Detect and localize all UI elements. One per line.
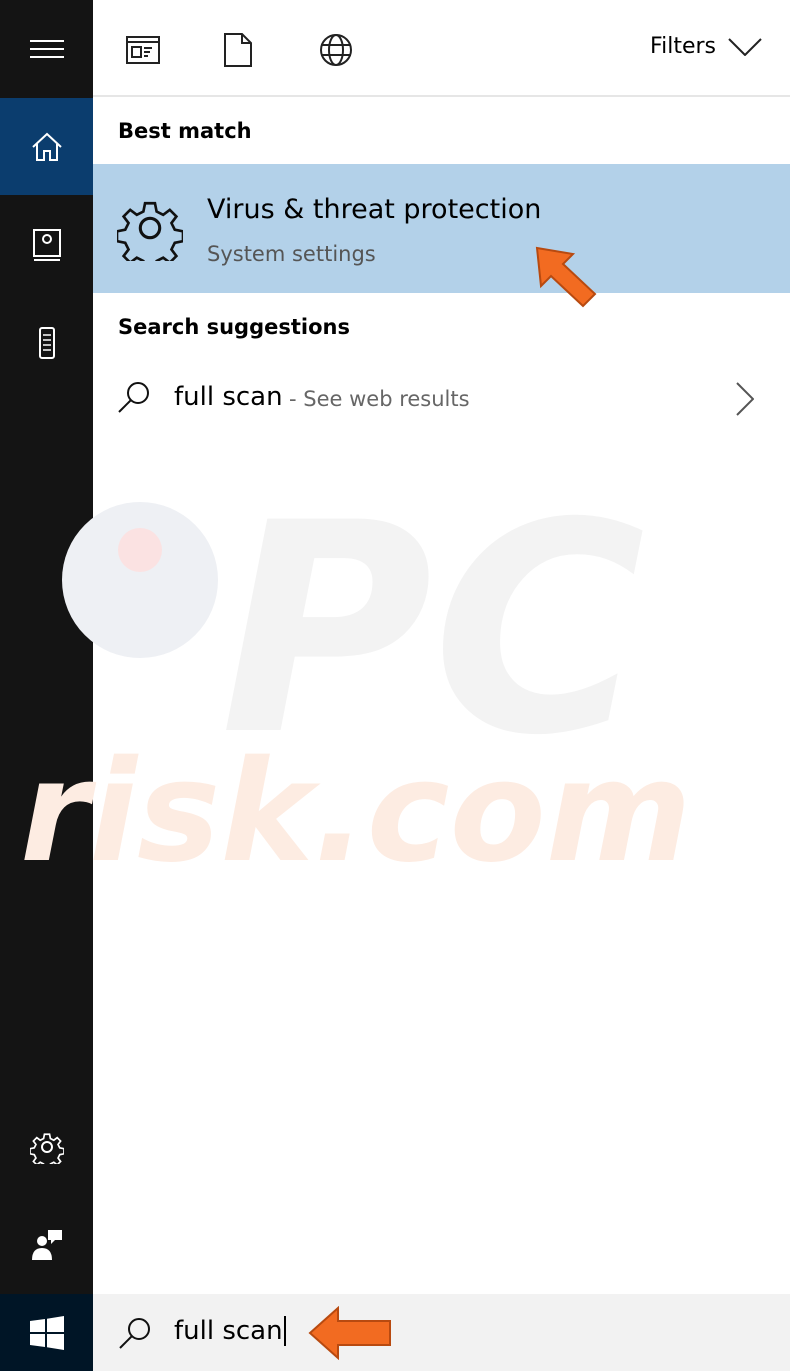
sidebar xyxy=(0,0,93,1371)
filter-bar: Filters xyxy=(93,0,790,97)
arrow-annotation-icon xyxy=(535,246,597,308)
sidebar-item-devices[interactable] xyxy=(0,294,93,391)
search-icon xyxy=(119,1318,150,1349)
watermark-logo: PC risk.com xyxy=(20,480,692,894)
home-icon xyxy=(31,132,62,161)
search-icon xyxy=(118,382,149,413)
filters-dropdown[interactable]: Filters xyxy=(650,34,762,59)
sidebar-item-home[interactable] xyxy=(0,98,93,195)
feedback-button[interactable] xyxy=(0,1196,93,1293)
settings-gear-icon xyxy=(117,201,183,261)
apps-filter-button[interactable] xyxy=(123,30,163,70)
best-match-result[interactable]: Virus & threat protection System setting… xyxy=(93,164,790,308)
result-title: Virus & threat protection xyxy=(207,194,542,225)
chevron-down-icon xyxy=(728,37,762,56)
svg-text:PC: PC xyxy=(220,480,646,799)
device-icon xyxy=(38,326,55,359)
search-suggestions-heading: Search suggestions xyxy=(118,315,350,339)
search-input[interactable]: full scan xyxy=(174,1316,286,1346)
suggestion-suffix: - See web results xyxy=(289,387,470,411)
sidebar-item-notebook[interactable] xyxy=(0,196,93,293)
hamburger-icon xyxy=(29,39,64,58)
gear-icon xyxy=(29,1132,64,1164)
best-match-heading: Best match xyxy=(118,119,252,143)
search-box[interactable]: full scan xyxy=(93,1294,790,1371)
globe-icon xyxy=(320,34,352,66)
document-icon xyxy=(224,33,252,67)
apps-icon xyxy=(126,36,160,64)
filters-label: Filters xyxy=(650,34,716,59)
arrow-annotation-icon xyxy=(308,1306,391,1360)
web-filter-button[interactable] xyxy=(316,30,356,70)
windows-logo-icon xyxy=(29,1315,64,1350)
menu-button[interactable] xyxy=(0,0,93,97)
suggestion-query: full scan xyxy=(174,382,283,412)
documents-filter-button[interactable] xyxy=(218,30,258,70)
suggestion-item[interactable]: full scan - See web results xyxy=(93,360,790,436)
notebook-icon xyxy=(32,228,61,261)
result-subtitle: System settings xyxy=(207,242,376,266)
svg-text:risk.com: risk.com xyxy=(20,731,692,894)
start-button[interactable] xyxy=(0,1294,93,1371)
chevron-right-icon xyxy=(736,382,754,416)
settings-button[interactable] xyxy=(0,1098,93,1195)
feedback-icon xyxy=(31,1229,62,1260)
